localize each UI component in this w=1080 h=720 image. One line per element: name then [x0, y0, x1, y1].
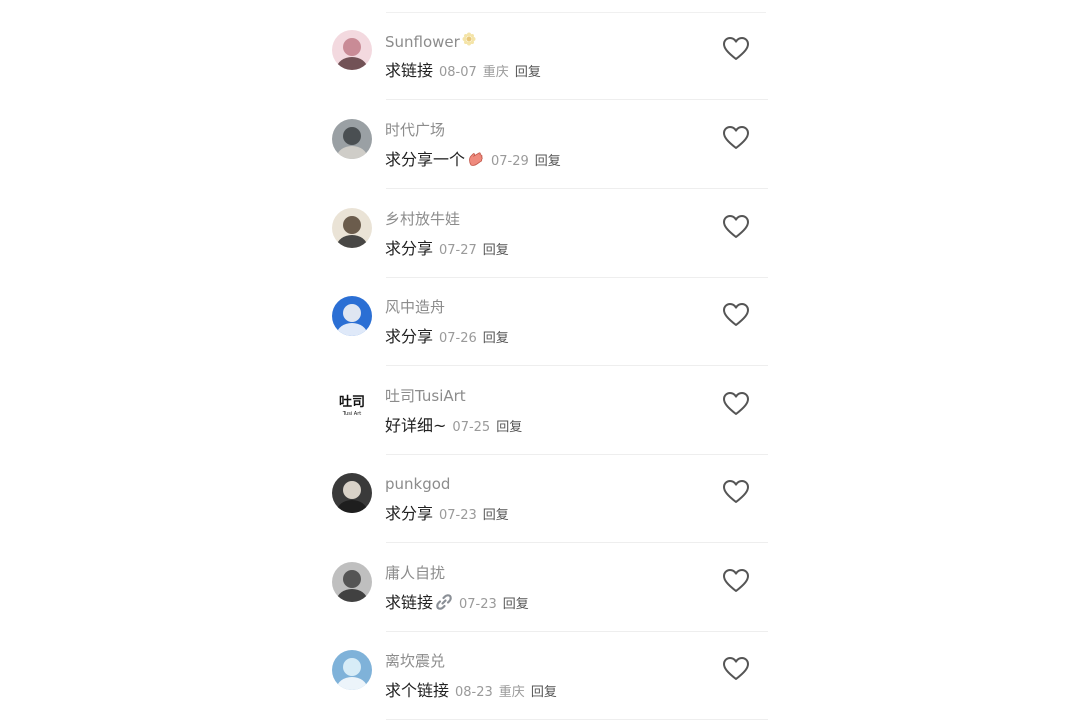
- comment-date: 07-27: [439, 243, 477, 258]
- heart-outline-icon: [722, 37, 750, 66]
- comment-list: Sunflower 求链接 08-07 重庆 回复 时代广场 求分享一个 07-29 回复 乡村放…: [0, 0, 1080, 720]
- comment-location: 重庆: [498, 685, 525, 700]
- comment-username[interactable]: punkgod: [385, 473, 450, 495]
- username-text: 乡村放牛娃: [385, 210, 461, 228]
- comment-item: 离坎震兑求个链接 08-23 重庆 回复: [330, 632, 770, 720]
- username-text: 时代广场: [385, 121, 446, 139]
- reply-button[interactable]: 回复: [483, 331, 509, 346]
- comment-text: 求个链接: [385, 681, 450, 700]
- username-text: 庸人自扰: [385, 564, 446, 582]
- comment-text: 求分享: [385, 327, 434, 346]
- divider: [386, 542, 768, 543]
- heart-outline-icon: [722, 303, 750, 332]
- divider: [386, 188, 768, 189]
- comment-content: 求分享 07-26 回复: [385, 325, 509, 351]
- divider: [386, 99, 768, 100]
- like-button[interactable]: [722, 479, 750, 505]
- comment-content: 求分享 07-27 回复: [385, 237, 509, 263]
- comment-text: 求分享一个: [385, 150, 466, 169]
- peach-hand-emoji-icon: [467, 150, 485, 175]
- comment-item: 乡村放牛娃求分享 07-27 回复: [330, 190, 770, 278]
- comment-item: 庸人自扰求链接 07-23 回复: [330, 544, 770, 632]
- link-emoji-icon: [435, 593, 453, 618]
- comment-content: 求个链接 08-23 重庆 回复: [385, 679, 557, 705]
- comment-username[interactable]: 时代广场: [385, 119, 445, 141]
- like-button[interactable]: [722, 568, 750, 594]
- comment-date: 08-23: [455, 685, 493, 700]
- svg-text:吐司: 吐司: [339, 394, 365, 410]
- username-text: 风中造舟: [385, 298, 446, 316]
- reply-button[interactable]: 回复: [483, 508, 509, 523]
- avatar[interactable]: [332, 119, 372, 159]
- reply-button[interactable]: 回复: [496, 420, 522, 435]
- username-text: 离坎震兑: [385, 652, 446, 670]
- reply-button[interactable]: 回复: [503, 597, 529, 612]
- like-button[interactable]: [722, 391, 750, 417]
- like-button[interactable]: [722, 36, 750, 62]
- comment-date: 07-29: [491, 154, 529, 169]
- comment-text: 求链接: [385, 61, 434, 80]
- comment-text: 好详细~: [385, 416, 447, 435]
- avatar[interactable]: 吐司 Tusi Art: [332, 385, 372, 425]
- like-button[interactable]: [722, 656, 750, 682]
- comment-item: 时代广场求分享一个 07-29 回复: [330, 101, 770, 189]
- comment-item: Sunflower 求链接 08-07 重庆 回复: [330, 12, 770, 100]
- comment-date: 07-23: [439, 508, 477, 523]
- comment-item: 吐司 Tusi Art 吐司TusiArt 好详细~ 07-25 回复: [330, 367, 770, 455]
- avatar[interactable]: [332, 473, 372, 513]
- comment-item: punkgod 求分享 07-23 回复: [330, 455, 770, 543]
- reply-button[interactable]: 回复: [483, 243, 509, 258]
- comment-content: 求分享 07-23 回复: [385, 502, 509, 528]
- divider: [386, 365, 768, 366]
- comment-text: 求链接: [385, 593, 434, 612]
- comment-text: 求分享: [385, 239, 434, 258]
- avatar[interactable]: [332, 296, 372, 336]
- comment-location: 重庆: [482, 65, 509, 80]
- comment-username[interactable]: 离坎震兑: [385, 650, 445, 672]
- like-button[interactable]: [722, 302, 750, 328]
- comment-username[interactable]: 风中造舟: [385, 296, 445, 318]
- heart-outline-icon: [722, 480, 750, 509]
- username-text: punkgod: [385, 475, 451, 493]
- username-text: 吐司TusiArt: [385, 387, 466, 405]
- comment-item: 风中造舟求分享 07-26 回复: [330, 278, 770, 366]
- avatar[interactable]: [332, 30, 372, 70]
- comment-date: 08-07: [439, 65, 477, 80]
- comment-content: 求分享一个 07-29 回复: [385, 148, 561, 175]
- comment-username[interactable]: 庸人自扰: [385, 562, 445, 584]
- reply-button[interactable]: 回复: [535, 154, 561, 169]
- like-button[interactable]: [722, 125, 750, 151]
- svg-text:Tusi Art: Tusi Art: [342, 411, 362, 417]
- reply-button[interactable]: 回复: [531, 685, 557, 700]
- username-text: Sunflower: [385, 33, 460, 51]
- heart-outline-icon: [722, 569, 750, 598]
- heart-outline-icon: [722, 126, 750, 155]
- avatar[interactable]: [332, 650, 372, 690]
- sunflower-emoji-icon: [462, 30, 476, 52]
- comment-date: 07-26: [439, 331, 477, 346]
- heart-outline-icon: [722, 215, 750, 244]
- avatar[interactable]: [332, 562, 372, 602]
- comment-content: 求链接 07-23 回复: [385, 591, 529, 618]
- comment-date: 07-23: [459, 597, 497, 612]
- comments-page: Sunflower 求链接 08-07 重庆 回复 时代广场 求分享一个 07-29 回复 乡村放…: [0, 0, 1080, 720]
- reply-button[interactable]: 回复: [515, 65, 541, 80]
- comment-date: 07-25: [452, 420, 491, 435]
- like-button[interactable]: [722, 214, 750, 240]
- comment-content: 好详细~ 07-25 回复: [385, 414, 522, 440]
- comment-content: 求链接 08-07 重庆 回复: [385, 59, 541, 85]
- heart-outline-icon: [722, 392, 750, 421]
- comment-username[interactable]: 吐司TusiArt: [385, 385, 466, 407]
- comment-username[interactable]: Sunflower: [385, 30, 476, 53]
- comment-text: 求分享: [385, 504, 434, 523]
- heart-outline-icon: [722, 657, 750, 686]
- comment-username[interactable]: 乡村放牛娃: [385, 208, 460, 230]
- avatar[interactable]: [332, 208, 372, 248]
